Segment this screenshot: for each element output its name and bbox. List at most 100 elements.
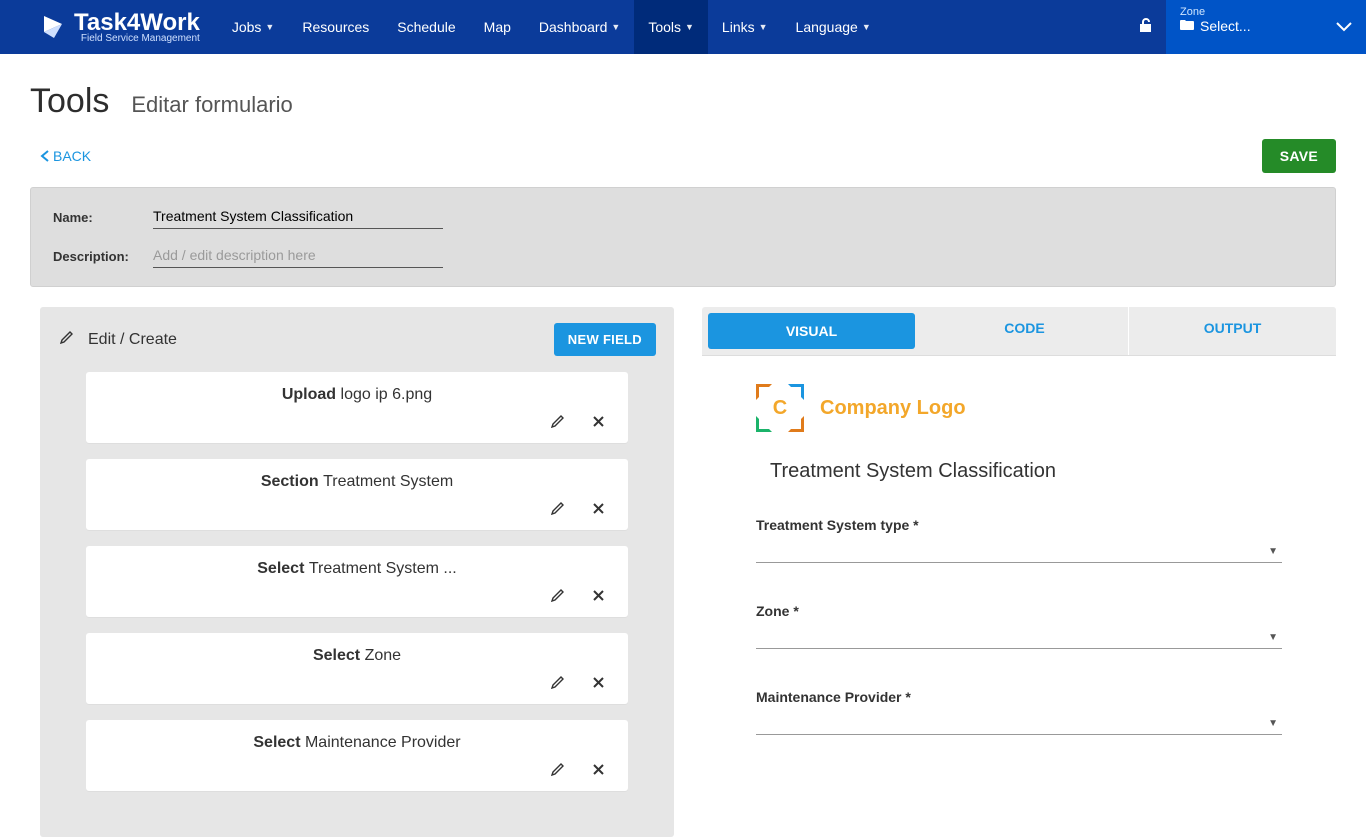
nav-right: Zone Select...: [1126, 0, 1366, 54]
field-card[interactable]: Upload logo ip 6.png: [86, 372, 628, 443]
nav-item-links[interactable]: Links ▼: [708, 0, 782, 54]
nav-item-schedule[interactable]: Schedule: [383, 0, 469, 54]
folder-icon: [1180, 18, 1194, 34]
edit-field-icon[interactable]: [551, 762, 565, 779]
required-star: *: [913, 517, 918, 533]
dropdown-triangle-icon: ▼: [1268, 546, 1278, 557]
delete-field-icon[interactable]: [593, 414, 604, 431]
required-star: *: [905, 689, 910, 705]
page-title: Tools: [30, 82, 109, 121]
nav-items: Jobs▼ResourcesScheduleMapDashboard▼Tools…: [218, 0, 885, 54]
required-star: *: [793, 603, 798, 619]
delete-field-icon[interactable]: [593, 675, 604, 692]
back-link[interactable]: BACK: [40, 148, 91, 164]
tab-code[interactable]: CODE: [921, 307, 1128, 355]
field-type-label: Select: [313, 647, 365, 664]
name-input[interactable]: [153, 204, 443, 229]
chevron-down-icon: [1336, 19, 1352, 35]
field-card[interactable]: Select Treatment System ...: [86, 546, 628, 617]
name-label: Name:: [53, 210, 153, 229]
caret-down-icon: ▼: [759, 22, 768, 32]
page-subtitle: Editar formulario: [131, 92, 292, 118]
field-value-label: Treatment System: [323, 473, 453, 490]
nav-item-resources[interactable]: Resources: [288, 0, 383, 54]
company-logo-text: Company Logo: [820, 397, 966, 420]
delete-field-icon[interactable]: [593, 501, 604, 518]
brand-name: Task4Work: [74, 11, 200, 35]
edit-create-panel: Edit / Create NEW FIELD Upload logo ip 6…: [40, 307, 674, 837]
description-label: Description:: [53, 249, 153, 268]
edit-field-icon[interactable]: [551, 588, 565, 605]
brand-logo[interactable]: Task4Work Field Service Management: [0, 11, 218, 44]
preview-panel: VISUAL CODE OUTPUT C Company Logo Treatm…: [702, 307, 1336, 803]
preview-field-label: Maintenance Provider *: [756, 689, 1282, 705]
navbar: Task4Work Field Service Management Jobs▼…: [0, 0, 1366, 54]
field-type-label: Select: [253, 734, 305, 751]
field-card[interactable]: Select Maintenance Provider: [86, 720, 628, 791]
page-heading: Tools Editar formulario: [0, 54, 1366, 139]
caret-down-icon: ▼: [265, 22, 274, 32]
dropdown-triangle-icon: ▼: [1268, 718, 1278, 729]
chevron-left-icon: [40, 150, 49, 162]
preview-field-label: Zone *: [756, 603, 1282, 619]
nav-item-language[interactable]: Language ▼: [782, 0, 885, 54]
field-type-label: Select: [257, 560, 309, 577]
field-value-label: Treatment System ...: [309, 560, 457, 577]
preview-field-label: Treatment System type *: [756, 517, 1282, 533]
preview-form-title: Treatment System Classification: [770, 460, 1282, 483]
nav-item-dashboard[interactable]: Dashboard▼: [525, 0, 634, 54]
company-logo-row: C Company Logo: [756, 384, 1282, 432]
field-value-label: Maintenance Provider: [305, 734, 461, 751]
nav-item-map[interactable]: Map: [470, 0, 525, 54]
preview-select[interactable]: ▼: [756, 541, 1282, 563]
brand-mark-icon: [38, 12, 68, 42]
nav-item-label: Links: [722, 19, 755, 35]
zone-label: Zone: [1180, 6, 1352, 18]
caret-down-icon: ▼: [862, 22, 871, 32]
preview-field: Zone * ▼: [756, 603, 1282, 649]
field-value-label: logo ip 6.png: [341, 386, 433, 403]
company-logo-icon: C: [756, 384, 804, 432]
edit-create-title: Edit / Create: [88, 331, 177, 349]
delete-field-icon[interactable]: [593, 762, 604, 779]
form-meta-box: Name: Description:: [30, 187, 1336, 287]
field-type-label: Upload: [282, 386, 341, 403]
zone-selector[interactable]: Zone Select...: [1166, 0, 1366, 54]
nav-item-label: Language: [796, 19, 858, 35]
pencil-icon: [60, 330, 74, 349]
field-value-label: Zone: [365, 647, 401, 664]
nav-item-label: Schedule: [397, 19, 455, 35]
unlock-icon[interactable]: [1126, 17, 1166, 38]
field-card[interactable]: Select Zone: [86, 633, 628, 704]
tab-visual[interactable]: VISUAL: [708, 313, 915, 349]
save-button[interactable]: SAVE: [1262, 139, 1336, 173]
action-bar: BACK SAVE: [0, 139, 1366, 187]
preview-tabs: VISUAL CODE OUTPUT: [702, 307, 1336, 356]
preview-field: Maintenance Provider * ▼: [756, 689, 1282, 735]
new-field-button[interactable]: NEW FIELD: [554, 323, 656, 356]
nav-item-label: Map: [484, 19, 511, 35]
brand-tagline: Field Service Management: [74, 33, 200, 44]
preview-field: Treatment System type * ▼: [756, 517, 1282, 563]
edit-field-icon[interactable]: [551, 501, 565, 518]
field-type-label: Section: [261, 473, 323, 490]
tab-output[interactable]: OUTPUT: [1129, 307, 1336, 355]
zone-value: Select...: [1180, 18, 1352, 34]
nav-item-jobs[interactable]: Jobs▼: [218, 0, 289, 54]
edit-field-icon[interactable]: [551, 675, 565, 692]
dropdown-triangle-icon: ▼: [1268, 632, 1278, 643]
caret-down-icon: ▼: [685, 22, 694, 32]
nav-item-label: Resources: [302, 19, 369, 35]
editor-columns: Edit / Create NEW FIELD Upload logo ip 6…: [0, 287, 1366, 837]
delete-field-icon[interactable]: [593, 588, 604, 605]
nav-item-label: Jobs: [232, 19, 262, 35]
nav-item-label: Tools: [648, 19, 681, 35]
field-card[interactable]: Section Treatment System: [86, 459, 628, 530]
preview-select[interactable]: ▼: [756, 713, 1282, 735]
preview-select[interactable]: ▼: [756, 627, 1282, 649]
edit-field-icon[interactable]: [551, 414, 565, 431]
caret-down-icon: ▼: [611, 22, 620, 32]
nav-item-tools[interactable]: Tools ▼: [634, 0, 708, 54]
description-input[interactable]: [153, 243, 443, 268]
nav-item-label: Dashboard: [539, 19, 608, 35]
